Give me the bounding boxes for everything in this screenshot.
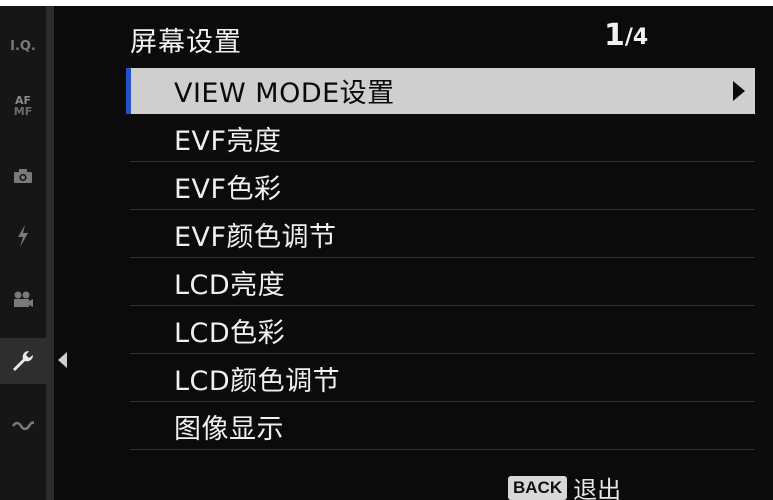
menu-item-lcd-brightness[interactable]: LCD亮度 — [130, 260, 755, 306]
tab-setup[interactable] — [0, 338, 46, 384]
menu-item-label: EVF颜色调节 — [174, 222, 337, 253]
menu-item-image-display[interactable]: 图像显示 — [130, 404, 755, 450]
tab-af-mf[interactable]: AF MF — [0, 86, 46, 126]
wrench-icon — [13, 350, 34, 371]
menu-item-label: LCD色彩 — [174, 318, 286, 349]
page-title: 屏幕设置 — [130, 27, 242, 58]
menu-item-lcd-color-adjust[interactable]: LCD颜色调节 — [130, 356, 755, 402]
tab-image-quality[interactable]: I.Q. — [0, 26, 46, 66]
menu-item-label: LCD亮度 — [174, 270, 286, 301]
page-total: /4 — [624, 25, 649, 50]
tab-mf-label: MF — [13, 105, 33, 118]
tab-flash[interactable] — [0, 216, 46, 256]
camera-menu-screen: I.Q. AF MF 屏幕设置 1 /4 VIEW MODE设置 EVF亮度 E… — [0, 6, 773, 500]
page-current: 1 — [604, 18, 625, 53]
page-indicator: 1 /4 — [604, 20, 648, 52]
camera-icon — [14, 169, 32, 183]
settings-menu: VIEW MODE设置 EVF亮度 EVF色彩 EVF颜色调节 LCD亮度 LC… — [126, 68, 755, 452]
menu-item-lcd-color[interactable]: LCD色彩 — [130, 308, 755, 354]
menu-item-label: EVF亮度 — [174, 126, 282, 157]
tab-connection[interactable] — [0, 404, 46, 444]
tab-movie[interactable] — [0, 279, 46, 319]
footer-hint: BACK 退出 — [508, 470, 621, 500]
menu-item-evf-color-adjust[interactable]: EVF颜色调节 — [130, 212, 755, 258]
sidebar-tabs: I.Q. AF MF — [0, 6, 46, 500]
tab-shooting[interactable] — [0, 156, 46, 196]
menu-item-label: EVF色彩 — [174, 174, 282, 205]
menu-item-evf-color[interactable]: EVF色彩 — [130, 164, 755, 210]
movie-camera-icon — [14, 291, 33, 307]
back-label: 退出 — [573, 476, 622, 500]
menu-item-view-mode[interactable]: VIEW MODE设置 — [126, 68, 755, 114]
menu-item-label: 图像显示 — [174, 414, 284, 445]
menu-item-evf-brightness[interactable]: EVF亮度 — [130, 116, 755, 162]
tab-image-quality-label: I.Q. — [10, 38, 36, 54]
submenu-arrow-icon — [733, 81, 745, 101]
wireless-icon — [12, 421, 34, 430]
sidebar-divider — [46, 6, 54, 500]
back-button[interactable]: BACK — [508, 475, 568, 500]
menu-item-label: VIEW MODE设置 — [174, 78, 395, 109]
menu-item-label: LCD颜色调节 — [174, 366, 341, 397]
flash-icon — [18, 225, 28, 247]
active-tab-pointer-icon — [58, 352, 67, 368]
